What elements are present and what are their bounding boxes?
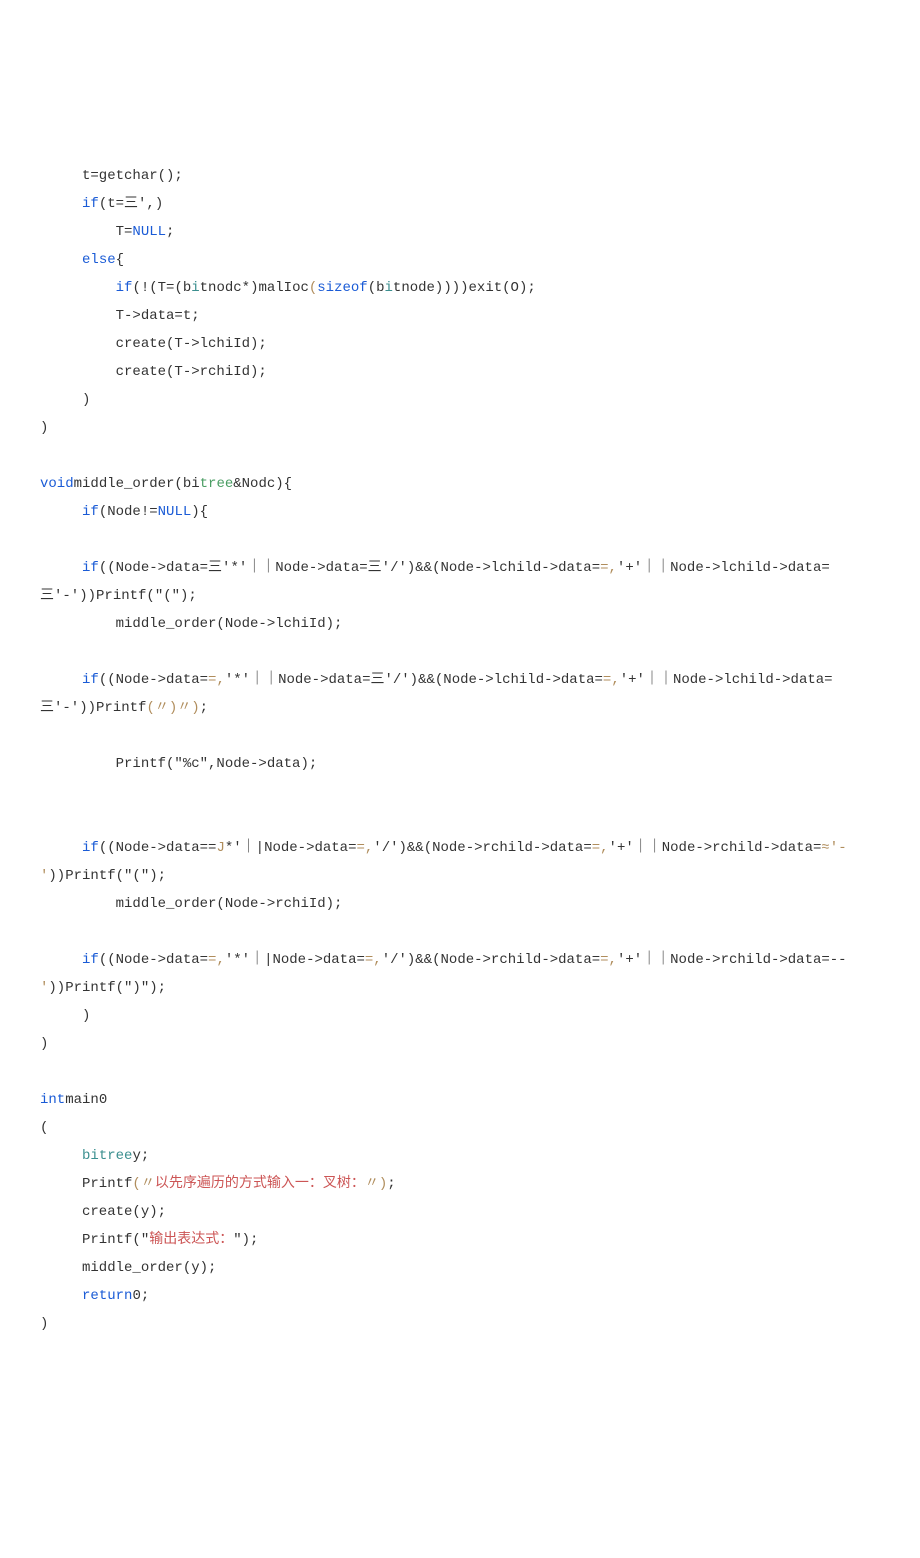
code-line: Printf("%c",Node->data); — [40, 756, 317, 772]
code-line: ) — [40, 1036, 48, 1052]
code-line: middle_order(Node->rchiId); — [40, 896, 342, 912]
code-line: Printf("输出表达式："); — [40, 1232, 258, 1248]
code-line: Printf(〃以先序遍历的方式输入一：叉树：〃); — [40, 1176, 396, 1192]
code-line: '))Printf("("); — [40, 868, 166, 884]
code-line: create(T->lchiId); — [40, 336, 267, 352]
code-line: if(Node!=NULL){ — [40, 504, 208, 520]
code-line: create(y); — [40, 1204, 166, 1220]
code-line: ) — [40, 1008, 90, 1024]
code-line: voidmiddle_order(bitree&Nodc){ — [40, 476, 292, 492]
code-line: create(T->rchiId); — [40, 364, 267, 380]
code-line: if((Node->data==J*'｜|Node->data==,'/')&&… — [40, 840, 847, 856]
code-line: ) — [40, 392, 90, 408]
code-line: intmain0 — [40, 1092, 107, 1108]
code-line: middle_order(Node->lchiId); — [40, 616, 342, 632]
code-document: t=getchar(); if(t=三',) T=NULL; else{ if(… — [40, 162, 880, 1338]
code-line: 三'-'))Printf("("); — [40, 588, 197, 604]
code-line: ) — [40, 1316, 48, 1332]
code-line: if((Node->data==,'*'｜|Node->data==,'/')&… — [40, 952, 847, 968]
code-line: 三'-'))Printf(〃)〃); — [40, 700, 208, 716]
code-line: return0; — [40, 1288, 149, 1304]
code-line: T=NULL; — [40, 224, 174, 240]
code-line: '))Printf(")"); — [40, 980, 166, 996]
code-line: middle_order(y); — [40, 1260, 216, 1276]
code-line: if(t=三',) — [40, 196, 163, 212]
code-line: t=getchar(); — [40, 168, 183, 184]
code-line: T->data=t; — [40, 308, 200, 324]
code-line: bitreey; — [40, 1148, 149, 1164]
code-line: ( — [40, 1120, 48, 1136]
code-line: if((Node->data=三'*'｜｜Node->data=三'/')&&(… — [40, 560, 830, 576]
code-line: if(!(T=(bitnodc*)malIoc(sizeof(bitnode))… — [40, 280, 536, 296]
code-line: ) — [40, 420, 48, 436]
code-line: if((Node->data==,'*'｜｜Node->data=三'/')&&… — [40, 672, 833, 688]
code-line: else{ — [40, 252, 124, 268]
